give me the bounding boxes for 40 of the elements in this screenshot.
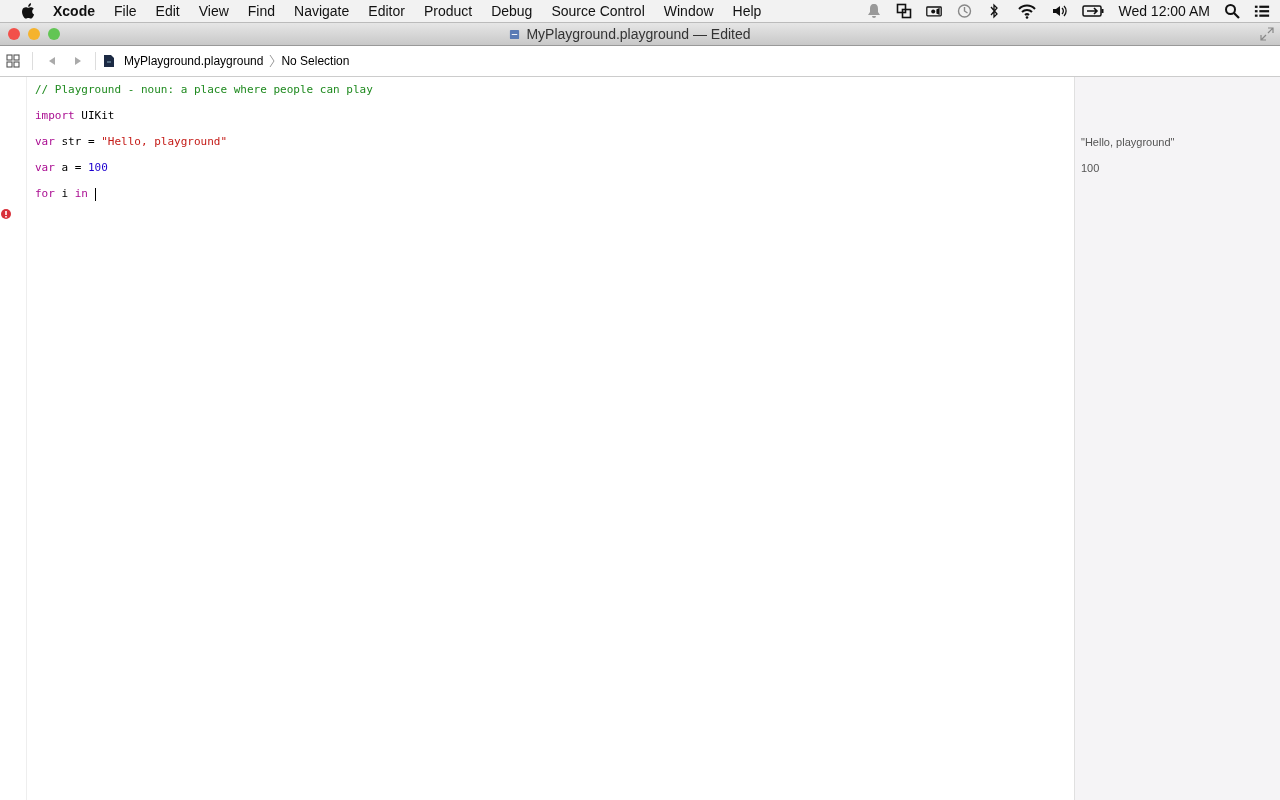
menu-item[interactable]: Find bbox=[247, 3, 276, 19]
code-line: var a = 100 bbox=[35, 161, 108, 175]
grid-icon[interactable] bbox=[6, 54, 20, 68]
code-line: import UIKit bbox=[35, 109, 115, 123]
wifi-icon[interactable] bbox=[1016, 3, 1039, 19]
overlapping-squares-icon[interactable] bbox=[896, 3, 913, 19]
chevron-icon bbox=[269, 54, 276, 68]
battery-icon[interactable] bbox=[1082, 3, 1105, 19]
result-value: 100 bbox=[1081, 161, 1100, 175]
menu-item[interactable]: Debug bbox=[491, 3, 533, 19]
menu-item[interactable]: File bbox=[114, 3, 137, 19]
window-title: MyPlayground.playground — Edited bbox=[526, 26, 751, 42]
menu-item[interactable]: Edit bbox=[155, 3, 180, 19]
clock-history-icon[interactable] bbox=[956, 3, 973, 19]
error-icon[interactable] bbox=[1, 209, 11, 219]
breadcrumb-item[interactable]: No Selection bbox=[281, 54, 350, 68]
code-line: for i in bbox=[35, 187, 96, 201]
menu-item[interactable]: Product bbox=[423, 3, 473, 19]
search-icon[interactable] bbox=[1224, 3, 1240, 19]
code-line: // Playground - noun: a place where people can play bbox=[35, 83, 373, 97]
code-line: var str = "Hello, playground" bbox=[35, 135, 228, 149]
menu-item[interactable]: Navigate bbox=[294, 3, 350, 19]
document-icon bbox=[102, 54, 116, 68]
menu-bar-clock[interactable]: Wed 12:00 AM bbox=[1118, 3, 1210, 19]
video-camera-icon[interactable] bbox=[926, 3, 943, 19]
bell-icon[interactable] bbox=[866, 3, 883, 19]
close-button[interactable] bbox=[8, 28, 20, 40]
menu-item[interactable]: View bbox=[198, 3, 229, 19]
menu-item[interactable]: Help bbox=[732, 3, 762, 19]
breadcrumb-item[interactable]: MyPlayground.playground bbox=[124, 54, 264, 68]
menu-item[interactable]: Source Control bbox=[551, 3, 645, 19]
file-icon bbox=[509, 28, 521, 40]
app-menu[interactable]: Xcode bbox=[53, 3, 95, 19]
apple-icon[interactable] bbox=[20, 2, 35, 20]
speaker-icon[interactable] bbox=[1052, 3, 1069, 19]
list-icon[interactable] bbox=[1254, 3, 1270, 19]
menu-item[interactable]: Editor bbox=[368, 3, 405, 19]
result-value: "Hello, playground" bbox=[1081, 135, 1175, 149]
menu-item[interactable]: Window bbox=[663, 3, 714, 19]
fullscreen-icon[interactable] bbox=[1260, 27, 1274, 41]
